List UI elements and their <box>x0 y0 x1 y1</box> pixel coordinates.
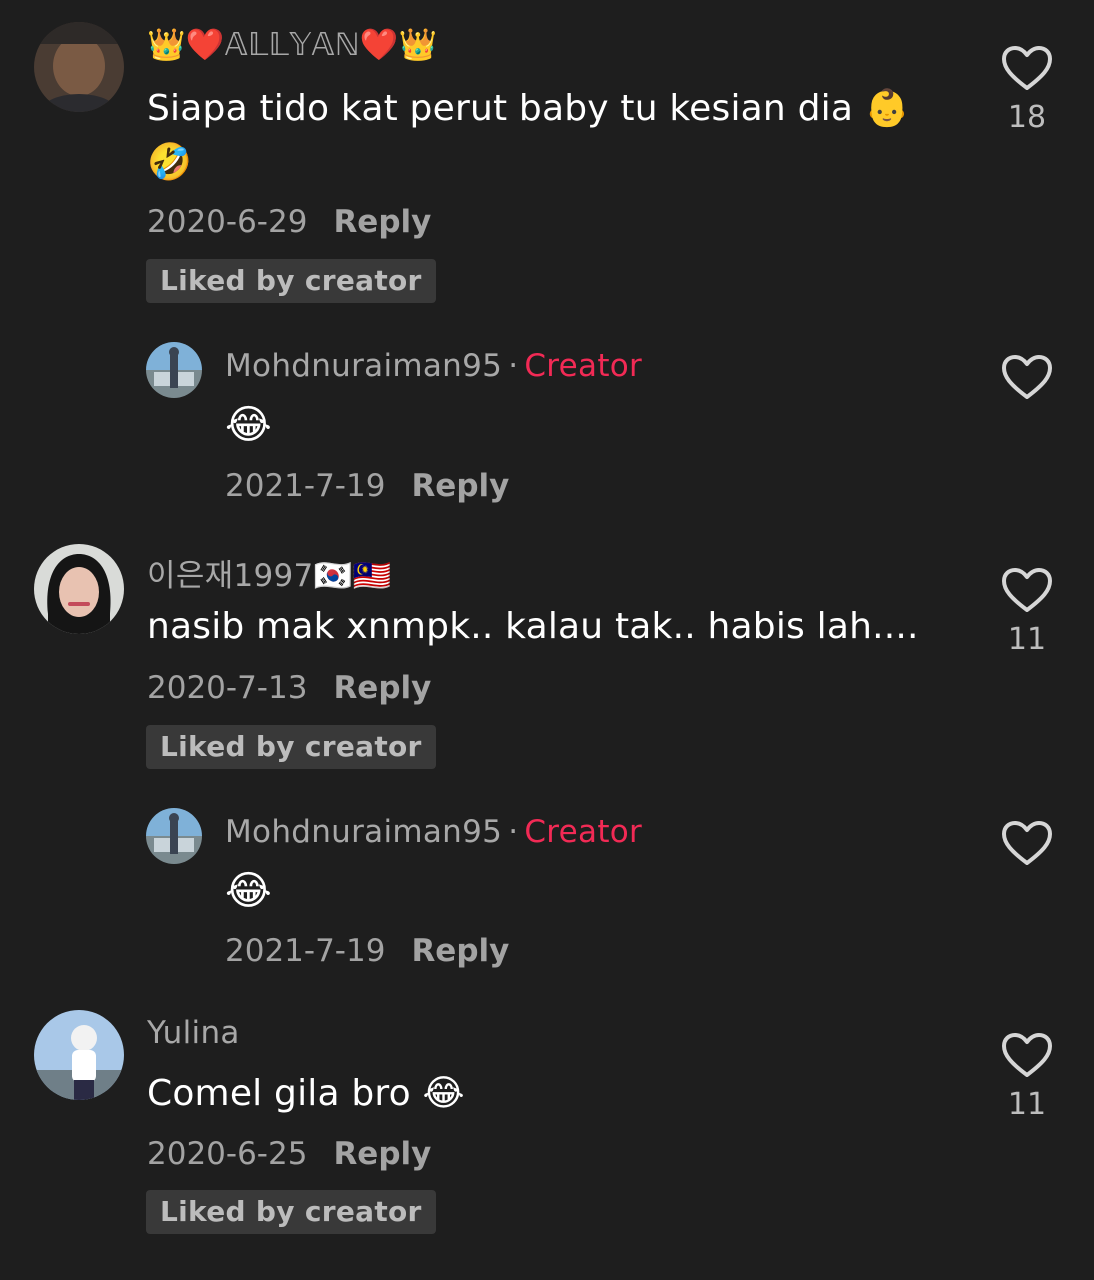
heart-outline-icon[interactable] <box>1001 820 1053 866</box>
separator-dot: · <box>508 814 519 850</box>
comment-username[interactable]: 이은재1997🇰🇷🇲🇾 <box>147 550 391 595</box>
reply-button[interactable]: Reply <box>411 933 509 969</box>
heart-outline-icon[interactable] <box>1001 45 1053 91</box>
reply-button[interactable]: Reply <box>333 204 431 240</box>
reply-item: Mohdnuraiman95 · Creator 😂 2021-7-19 Reply <box>0 320 1094 520</box>
comment-item: 👑❤️𝔸𝕃𝕃𝕐𝔸ℕ❤️👑 Siapa tido kat perut baby t… <box>0 0 1094 320</box>
creator-badge: Creator <box>524 348 643 384</box>
like-count: 11 <box>1007 622 1047 657</box>
comment-text: 😂 <box>225 402 272 448</box>
comment-text: nasib mak xnmpk.. kalau tak.. habis lah.… <box>147 606 919 647</box>
comment-date: 2021-7-19 <box>225 468 386 504</box>
comment-item: 이은재1997🇰🇷🇲🇾 nasib mak xnmpk.. kalau tak.… <box>0 520 1094 790</box>
comment-date: 2020-6-25 <box>147 1136 308 1172</box>
reply-item: Mohdnuraiman95 · Creator 😂 2021-7-19 Reply <box>0 785 1094 985</box>
reply-button[interactable]: Reply <box>411 468 509 504</box>
comment-username: Mohdnuraiman95 · Creator <box>225 348 642 384</box>
comment-text-line: Siapa tido kat perut baby tu kesian dia … <box>147 88 910 129</box>
reply-username[interactable]: Mohdnuraiman95 <box>225 348 502 384</box>
comment-text: Comel gila bro 😂 <box>147 1073 465 1114</box>
avatar[interactable] <box>146 342 202 398</box>
comment-date: 2021-7-19 <box>225 933 386 969</box>
avatar[interactable] <box>34 544 124 634</box>
comment-username: Mohdnuraiman95 · Creator <box>225 814 642 850</box>
liked-by-creator-badge: Liked by creator <box>146 1190 436 1234</box>
comment-meta: 2021-7-19 Reply <box>225 933 509 969</box>
reply-button[interactable]: Reply <box>333 670 431 706</box>
comment-meta: 2020-7-13 Reply <box>147 670 431 706</box>
comment-text: Siapa tido kat perut baby tu kesian dia … <box>147 82 910 190</box>
creator-badge: Creator <box>524 814 643 850</box>
comment-username[interactable]: 👑❤️𝔸𝕃𝕃𝕐𝔸ℕ❤️👑 <box>147 26 438 63</box>
avatar[interactable] <box>34 1010 124 1100</box>
heart-outline-icon[interactable] <box>1001 567 1053 613</box>
comment-text-line: 🤣 <box>147 142 193 183</box>
reply-button[interactable]: Reply <box>333 1136 431 1172</box>
comment-date: 2020-7-13 <box>147 670 308 706</box>
avatar[interactable] <box>34 22 124 112</box>
liked-by-creator-badge: Liked by creator <box>146 725 436 769</box>
liked-by-creator-badge: Liked by creator <box>146 259 436 303</box>
heart-outline-icon[interactable] <box>1001 1032 1053 1078</box>
comment-item: Yulina Comel gila bro 😂 2020-6-25 Reply L… <box>0 985 1094 1280</box>
comment-meta: 2020-6-29 Reply <box>147 204 431 240</box>
comment-meta: 2020-6-25 Reply <box>147 1136 431 1172</box>
separator-dot: · <box>508 348 519 384</box>
like-count: 11 <box>1007 1087 1047 1122</box>
comment-username[interactable]: Yulina <box>147 1015 240 1051</box>
reply-username[interactable]: Mohdnuraiman95 <box>225 814 502 850</box>
comment-meta: 2021-7-19 Reply <box>225 468 509 504</box>
comment-text: 😂 <box>225 868 272 914</box>
like-count: 18 <box>1007 100 1047 135</box>
heart-outline-icon[interactable] <box>1001 354 1053 400</box>
comment-date: 2020-6-29 <box>147 204 308 240</box>
avatar[interactable] <box>146 808 202 864</box>
